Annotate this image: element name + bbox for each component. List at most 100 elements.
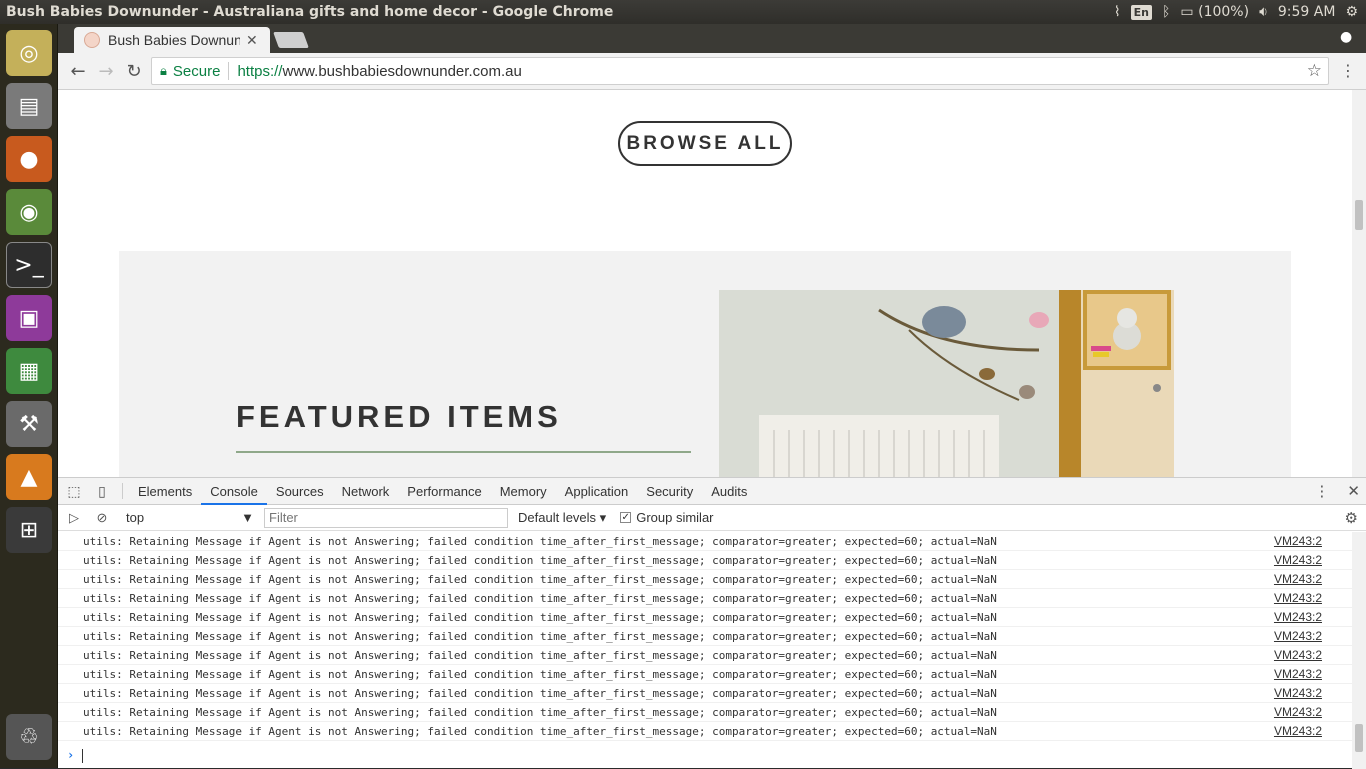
- console-scrollbar-thumb[interactable]: [1355, 724, 1363, 752]
- console-source-link[interactable]: VM243:2: [1274, 608, 1322, 627]
- battery-indicator[interactable]: ▭ (100%): [1180, 4, 1249, 20]
- favicon-icon: [84, 32, 100, 48]
- console-source-link[interactable]: VM243:2: [1274, 646, 1322, 665]
- keyboard-layout-indicator[interactable]: En: [1130, 4, 1153, 20]
- console-message-text: utils: Retaining Message if Agent is not…: [83, 687, 997, 700]
- console-message-text: utils: Retaining Message if Agent is not…: [83, 535, 997, 548]
- tab-sources[interactable]: Sources: [267, 478, 333, 505]
- console-filter-input[interactable]: [264, 507, 508, 528]
- featured-items-heading: FEATURED ITEMS: [236, 399, 562, 434]
- vlc-icon[interactable]: ▲: [6, 454, 52, 500]
- clear-console-icon[interactable]: ⊘: [88, 510, 116, 526]
- console-source-link[interactable]: VM243:2: [1274, 532, 1322, 551]
- console-prompt[interactable]: ›: [58, 745, 1352, 767]
- system-top-bar: Bush Babies Downunder - Australiana gift…: [0, 0, 1366, 24]
- context-selector[interactable]: top ▼: [122, 509, 258, 527]
- console-message-row: utils: Retaining Message if Agent is not…: [58, 570, 1352, 589]
- log-levels-dropdown[interactable]: Default levels ▾: [518, 510, 606, 526]
- heading-underline: [236, 451, 691, 453]
- tab-elements[interactable]: Elements: [129, 478, 201, 505]
- browser-tab[interactable]: Bush Babies Downunder ✕: [74, 27, 270, 53]
- bluetooth-icon[interactable]: ᛒ: [1162, 4, 1170, 20]
- console-toolbar: ▷ ⊘ top ▼ Default levels ▾ ✓ Group simil…: [58, 505, 1366, 531]
- chrome-menu-icon[interactable]: ⋮: [1340, 61, 1356, 80]
- power-gear-icon[interactable]: ⚙: [1345, 4, 1358, 20]
- profile-icon[interactable]: ●: [1340, 29, 1360, 49]
- page-scrollbar-thumb[interactable]: [1355, 200, 1363, 230]
- wifi-icon[interactable]: ⌇: [1114, 4, 1121, 20]
- new-tab-button[interactable]: [273, 32, 309, 48]
- group-similar-label: Group similar: [636, 510, 714, 525]
- page-scrollbar[interactable]: [1352, 90, 1366, 477]
- chrome-icon[interactable]: ◉: [6, 189, 52, 235]
- console-source-link[interactable]: VM243:2: [1274, 627, 1322, 646]
- devtools-menu-icon[interactable]: ⋮: [1314, 482, 1329, 500]
- clock[interactable]: 9:59 AM: [1278, 4, 1336, 20]
- close-tab-icon[interactable]: ✕: [246, 32, 258, 49]
- close-devtools-icon[interactable]: ✕: [1347, 482, 1360, 500]
- console-output: utils: Retaining Message if Agent is not…: [58, 532, 1366, 769]
- console-source-link[interactable]: VM243:2: [1274, 722, 1322, 741]
- device-toolbar-icon[interactable]: ▯: [88, 483, 116, 500]
- spreadsheet-icon[interactable]: ▦: [6, 348, 52, 394]
- console-message-row: utils: Retaining Message if Agent is not…: [58, 665, 1352, 684]
- console-source-link[interactable]: VM243:2: [1274, 570, 1322, 589]
- group-similar-checkbox[interactable]: ✓: [620, 512, 632, 523]
- tab-console[interactable]: Console: [201, 478, 267, 505]
- inspect-element-icon[interactable]: ⬚: [60, 483, 88, 500]
- tab-network[interactable]: Network: [333, 478, 399, 505]
- url-scheme: https://: [237, 62, 283, 80]
- volume-icon[interactable]: 🔉︎: [1259, 4, 1268, 20]
- console-settings-icon[interactable]: ⚙: [1345, 509, 1358, 527]
- secure-label[interactable]: Secure: [173, 63, 221, 80]
- console-source-link[interactable]: VM243:2: [1274, 589, 1322, 608]
- console-message-text: utils: Retaining Message if Agent is not…: [83, 573, 997, 586]
- tab-title: Bush Babies Downunder: [108, 32, 240, 48]
- console-message-row: utils: Retaining Message if Agent is not…: [58, 532, 1352, 551]
- console-source-link[interactable]: VM243:2: [1274, 703, 1322, 722]
- ubuntu-dash-icon[interactable]: ◎: [6, 30, 52, 76]
- prompt-chevron-icon: ›: [67, 748, 75, 762]
- console-scrollbar[interactable]: [1352, 532, 1366, 769]
- tab-security[interactable]: Security: [637, 478, 702, 505]
- console-source-link[interactable]: VM243:2: [1274, 665, 1322, 684]
- group-similar-toggle[interactable]: ✓ Group similar: [620, 510, 714, 525]
- show-sidebar-icon[interactable]: ▷: [60, 510, 88, 526]
- terminal-icon[interactable]: >_: [6, 242, 52, 288]
- console-source-link[interactable]: VM243:2: [1274, 684, 1322, 703]
- console-source-link[interactable]: VM243:2: [1274, 551, 1322, 570]
- console-message-text: utils: Retaining Message if Agent is not…: [83, 725, 997, 738]
- console-message-text: utils: Retaining Message if Agent is not…: [83, 554, 997, 567]
- browse-all-button[interactable]: BROWSE ALL: [618, 121, 792, 166]
- omnibox-divider: [228, 62, 230, 80]
- tab-strip: Bush Babies Downunder ✕ ●: [58, 24, 1366, 53]
- lock-icon[interactable]: 🔒︎: [160, 63, 167, 79]
- back-icon[interactable]: ←: [64, 61, 92, 82]
- tab-memory[interactable]: Memory: [491, 478, 556, 505]
- files-icon[interactable]: ▤: [6, 83, 52, 129]
- context-dropdown-icon: ▼: [241, 510, 254, 525]
- reload-icon[interactable]: ↻: [120, 61, 148, 82]
- bookmark-star-icon[interactable]: ☆: [1307, 61, 1322, 81]
- tab-audits[interactable]: Audits: [702, 478, 756, 505]
- tab-performance[interactable]: Performance: [398, 478, 490, 505]
- url-host: www.bushbabiesdownunder.com.au: [282, 62, 522, 80]
- levels-dropdown-icon: ▾: [599, 509, 607, 525]
- text-cursor: [82, 749, 83, 763]
- browser-toolbar: ← → ↻ 🔒︎ Secure https://www.bushbabiesdo…: [58, 53, 1366, 90]
- trash-icon[interactable]: ♲: [6, 714, 52, 760]
- address-bar[interactable]: 🔒︎ Secure https://www.bushbabiesdownunde…: [151, 57, 1329, 85]
- app-icon[interactable]: ▣: [6, 295, 52, 341]
- featured-section: FEATURED ITEMS: [119, 251, 1291, 477]
- forward-icon[interactable]: →: [92, 61, 120, 82]
- console-message-row: utils: Retaining Message if Agent is not…: [58, 722, 1352, 741]
- window-title: Bush Babies Downunder - Australiana gift…: [6, 4, 614, 20]
- console-message-text: utils: Retaining Message if Agent is not…: [83, 668, 997, 681]
- system-tray: ⌇ En ᛒ ▭ (100%) 🔉︎ 9:59 AM ⚙: [1114, 0, 1358, 24]
- context-value: top: [126, 510, 145, 525]
- workspaces-icon[interactable]: ⊞: [6, 507, 52, 553]
- tab-application[interactable]: Application: [556, 478, 638, 505]
- page-viewport: BROWSE ALL FEATURED ITEMS: [58, 90, 1366, 477]
- settings-icon[interactable]: ⚒: [6, 401, 52, 447]
- firefox-icon[interactable]: ●: [6, 136, 52, 182]
